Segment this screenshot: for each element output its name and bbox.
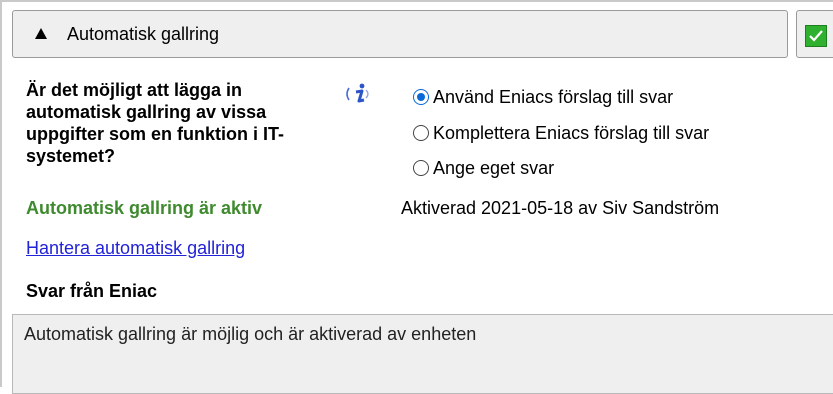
option-own-answer[interactable]: Ange eget svar [413,156,554,180]
radio-checked-icon[interactable] [413,89,429,105]
green-check-icon [805,25,827,47]
section-title: Automatisk gallring [67,24,220,44]
triangle-up-icon [35,28,47,39]
status-active-label: Automatisk gallring är aktiv [26,198,263,218]
question-text: Är det möjligt att lägga in automatisk g… [26,80,284,166]
option-label: Ange eget svar [433,157,555,178]
option-complement-eniac-suggestion[interactable]: Komplettera Eniacs förslag till svar [413,121,709,145]
section-header-automatisk-gallring[interactable]: Automatisk gallring [12,10,788,58]
status-check-button[interactable] [796,10,833,58]
answer-heading: Svar från Eniac [26,281,158,301]
info-icon[interactable] [343,82,373,106]
manage-gallring-link[interactable]: Hantera automatisk gallring [26,238,245,259]
option-label: Komplettera Eniacs förslag till svar [433,122,710,143]
answer-text: Automatisk gallring är möjlig och är akt… [24,324,477,344]
radio-unchecked-icon[interactable] [413,125,429,141]
option-use-eniac-suggestion[interactable]: Använd Eniacs förslag till svar [413,85,673,109]
option-label: Använd Eniacs förslag till svar [433,86,674,107]
answer-textarea[interactable]: Automatisk gallring är möjlig och är akt… [12,314,833,394]
activated-info: Aktiverad 2021-05-18 av Siv Sandström [401,198,720,218]
radio-unchecked-icon[interactable] [413,160,429,176]
